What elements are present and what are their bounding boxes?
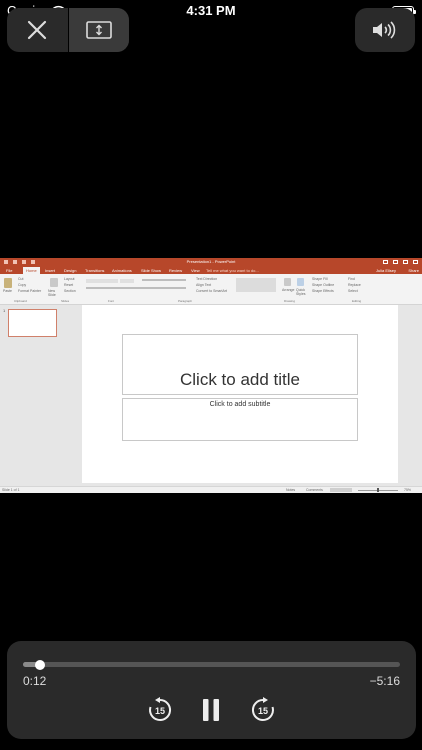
pause-icon-bar-left [203, 699, 209, 721]
format-painter-label: Format Painter [18, 289, 42, 293]
tab-view: View [191, 268, 200, 273]
paste-icon [4, 278, 12, 288]
ppt-window-title: Presentation1 - PowerPoint [186, 259, 236, 264]
skip-back-15-button[interactable]: 15 [147, 697, 173, 723]
screen-mode-button[interactable] [69, 8, 129, 52]
shape-effects-label: Shape Effects [312, 289, 334, 293]
skip-forward-label: 15 [258, 706, 268, 716]
remaining-time: −5:16 [369, 674, 400, 688]
notes-label: Notes [286, 488, 296, 492]
clipboard-group-label: Clipboard [14, 299, 27, 303]
skip-back-label: 15 [155, 706, 165, 716]
shape-outline-label: Shape Outline [312, 283, 335, 287]
paste-label: Paste [3, 289, 12, 293]
shape-fill-label: Shape Fill [312, 277, 328, 281]
quick-styles-label: Quick Styles [296, 288, 306, 296]
arrange-label: Arrange [282, 288, 295, 292]
tab-insert: Insert [45, 268, 56, 273]
view-buttons [330, 488, 352, 492]
text-direction-label: Text Direction [196, 277, 218, 281]
close-icon [27, 20, 47, 40]
scrubber-knob[interactable] [34, 660, 45, 670]
maximize-icon [403, 260, 408, 264]
scrubber-track[interactable] [23, 660, 400, 670]
zoom-level: 75% [404, 488, 412, 492]
font-group-label: Font [108, 299, 115, 303]
select-label: Select [348, 289, 358, 293]
font-size-box [120, 279, 134, 283]
drawing-group-label: Drawing [284, 299, 296, 303]
arrange-icon [284, 278, 291, 286]
slide-number: 1 [3, 308, 6, 313]
subtitle-placeholder: Click to add subtitle [122, 398, 358, 441]
tab-animations: Animations [112, 268, 132, 273]
layout-label: Layout [64, 277, 75, 281]
slide-canvas: Click to add title Click to add subtitle [82, 305, 398, 483]
shapes-gallery [236, 278, 276, 292]
media-player-controls: 0:12 −5:16 15 15 [7, 641, 416, 739]
paragraph-align-buttons [142, 287, 186, 289]
font-name-box [86, 279, 118, 283]
screen-mode-icon [86, 21, 112, 39]
skip-forward-15-button[interactable]: 15 [250, 697, 276, 723]
reset-label: Reset [64, 283, 74, 287]
ribbon-options-icon [383, 260, 388, 264]
share-button: Share [408, 268, 419, 273]
title-placeholder: Click to add title [122, 334, 358, 395]
slide-count-label: Slide 1 of 1 [2, 488, 20, 492]
powerpoint-video-frame: Presentation1 - PowerPoint File Home Ins… [0, 258, 422, 493]
editing-group-label: Editing [352, 299, 362, 303]
new-slide-icon [50, 278, 58, 287]
slide-thumbnail [8, 309, 57, 337]
minimize-icon [393, 260, 398, 264]
slide-editing-area: Click to add title Click to add subtitle [64, 305, 422, 485]
align-text-label: Align Text [196, 283, 212, 287]
ppt-ribbon-tabs: File Home Insert Design Transitions Anim… [0, 267, 422, 274]
user-name: Julia Ellsey [375, 268, 396, 273]
section-label: Section [64, 289, 76, 293]
convert-smartart-label: Convert to SmartArt [196, 289, 227, 293]
find-label: Find [348, 277, 355, 281]
slide-thumbnail-pane: 1 [0, 305, 64, 485]
ppt-status-bar: Slide 1 of 1 Notes Comments 75% [0, 486, 422, 493]
copy-label: Copy [18, 283, 27, 287]
tab-file: File [6, 268, 13, 273]
tab-home: Home [23, 267, 40, 274]
top-controls [7, 8, 129, 52]
tab-slide-show: Slide Show [141, 268, 162, 273]
volume-icon [373, 21, 396, 39]
replace-label: Replace [348, 283, 361, 287]
volume-button[interactable] [355, 8, 415, 52]
quick-styles-icon [297, 278, 304, 286]
tab-transitions: Transitions [85, 268, 105, 273]
comments-label: Comments [306, 488, 323, 492]
close-button[interactable] [7, 8, 67, 52]
paragraph-group-label: Paragraph [178, 299, 193, 303]
tab-review: Review [169, 268, 183, 273]
new-slide-label: New Slide [48, 289, 56, 297]
slides-group-label: Slides [61, 299, 70, 303]
paragraph-list-buttons [142, 279, 186, 281]
elapsed-time: 0:12 [23, 674, 47, 688]
zoom-slider-knob [377, 488, 379, 492]
ppt-ribbon: Paste Cut Copy Format Painter Clipboard … [0, 274, 422, 305]
cut-label: Cut [18, 277, 24, 281]
window-close-icon [413, 260, 418, 264]
tab-design: Design [64, 268, 77, 273]
pause-button[interactable] [198, 697, 224, 723]
ppt-title-bar: Presentation1 - PowerPoint [0, 258, 422, 267]
pause-icon-bar-right [213, 699, 219, 721]
tell-me-box: Tell me what you want to do... [206, 268, 259, 273]
